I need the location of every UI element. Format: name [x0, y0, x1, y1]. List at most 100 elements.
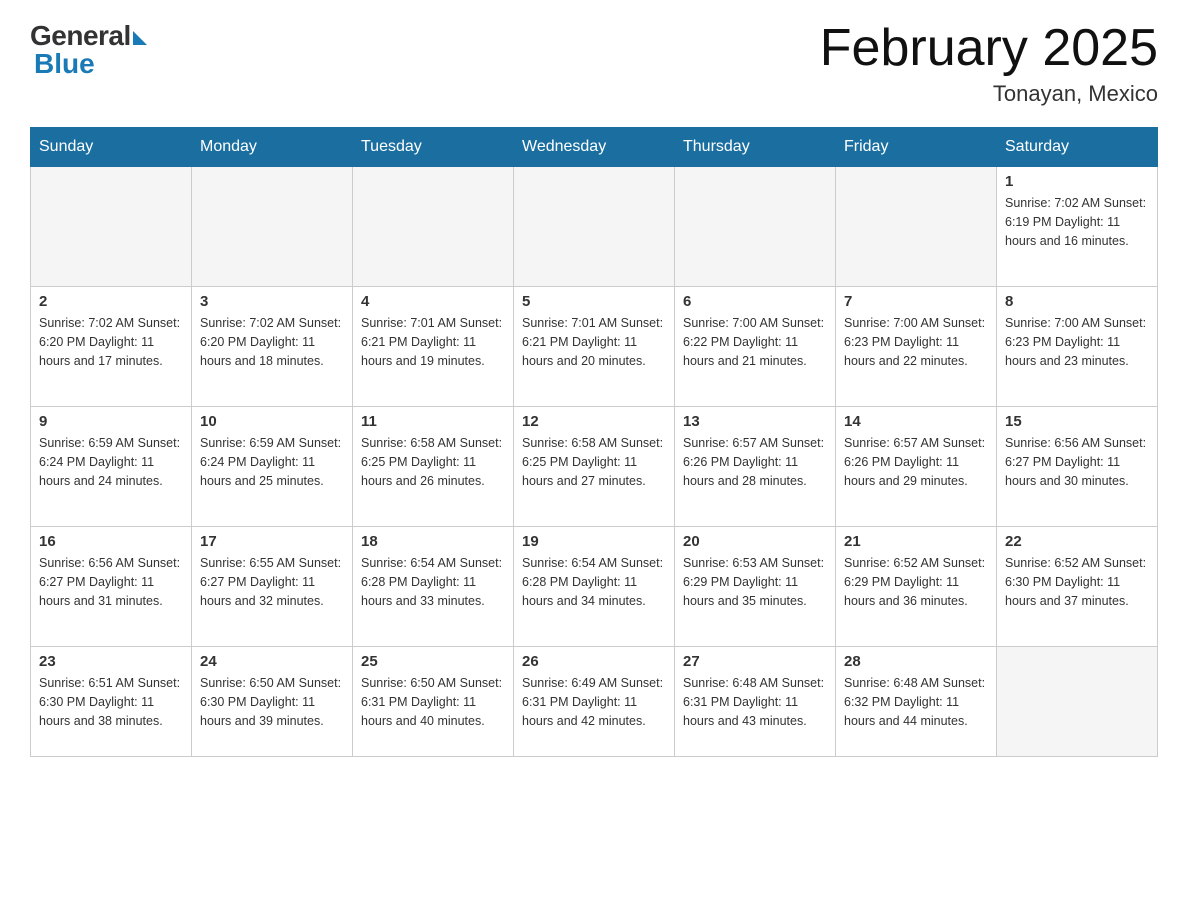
calendar-day-cell: 20Sunrise: 6:53 AM Sunset: 6:29 PM Dayli…: [675, 527, 836, 647]
calendar-day-cell: 14Sunrise: 6:57 AM Sunset: 6:26 PM Dayli…: [836, 407, 997, 527]
calendar-day-cell: 16 Sunrise: 6:56 AM Sunset: 6:27 PM Dayli…: [31, 527, 192, 647]
day-number: 27: [683, 653, 827, 670]
day-number: 22: [1005, 533, 1149, 550]
calendar-table: SundayMondayTuesdayWednesdayThursdayFrid…: [30, 127, 1158, 757]
day-info: Sunrise: 6:57 AM Sunset: 6:26 PM Dayligh…: [844, 434, 988, 490]
logo: General Blue: [30, 20, 147, 80]
calendar-week-row: 2 Sunrise: 7:02 AM Sunset: 6:20 PM Daylig…: [31, 287, 1158, 407]
calendar-day-cell: 5 Sunrise: 7:01 AM Sunset: 6:21 PM Daylig…: [514, 287, 675, 407]
day-number: 23: [39, 653, 183, 670]
day-info: Sunrise: 7:00 AM Sunset: 6:22 PM Dayligh…: [683, 314, 827, 370]
day-info: Sunrise: 6:48 AM Sunset: 6:31 PM Dayligh…: [683, 674, 827, 730]
calendar-day-header: Tuesday: [353, 128, 514, 167]
day-info: Sunrise: 7:01 AM Sunset: 6:21 PM Dayligh…: [361, 314, 505, 370]
calendar-week-row: 23 Sunrise: 6:51 AM Sunset: 6:30 PM Dayli…: [31, 647, 1158, 757]
day-info: Sunrise: 6:52 AM Sunset: 6:29 PM Dayligh…: [844, 554, 988, 610]
calendar-day-cell: 9 Sunrise: 6:59 AM Sunset: 6:24 PM Daylig…: [31, 407, 192, 527]
calendar-day-cell: 21Sunrise: 6:52 AM Sunset: 6:29 PM Dayli…: [836, 527, 997, 647]
calendar-day-cell: 11 Sunrise: 6:58 AM Sunset: 6:25 PM Dayli…: [353, 407, 514, 527]
calendar-day-header: Wednesday: [514, 128, 675, 167]
calendar-day-cell: [836, 167, 997, 287]
day-number: 6: [683, 293, 827, 310]
day-info: Sunrise: 6:49 AM Sunset: 6:31 PM Dayligh…: [522, 674, 666, 730]
day-info: Sunrise: 6:54 AM Sunset: 6:28 PM Dayligh…: [361, 554, 505, 610]
day-info: Sunrise: 7:00 AM Sunset: 6:23 PM Dayligh…: [844, 314, 988, 370]
calendar-day-cell: 22Sunrise: 6:52 AM Sunset: 6:30 PM Dayli…: [997, 527, 1158, 647]
day-info: Sunrise: 6:59 AM Sunset: 6:24 PM Dayligh…: [200, 434, 344, 490]
calendar-day-header: Sunday: [31, 128, 192, 167]
day-info: Sunrise: 6:56 AM Sunset: 6:27 PM Dayligh…: [1005, 434, 1149, 490]
day-info: Sunrise: 7:00 AM Sunset: 6:23 PM Dayligh…: [1005, 314, 1149, 370]
page-header: General Blue February 2025 Tonayan, Mexi…: [30, 20, 1158, 107]
calendar-day-cell: [192, 167, 353, 287]
logo-blue-text: Blue: [30, 48, 95, 80]
day-number: 2: [39, 293, 183, 310]
day-number: 5: [522, 293, 666, 310]
day-number: 20: [683, 533, 827, 550]
logo-arrow-icon: [133, 31, 147, 45]
day-info: Sunrise: 6:48 AM Sunset: 6:32 PM Dayligh…: [844, 674, 988, 730]
calendar-header-row: SundayMondayTuesdayWednesdayThursdayFrid…: [31, 128, 1158, 167]
calendar-day-cell: 28 Sunrise: 6:48 AM Sunset: 6:32 PM Dayli…: [836, 647, 997, 757]
day-number: 12: [522, 413, 666, 430]
calendar-day-cell: 24 Sunrise: 6:50 AM Sunset: 6:30 PM Dayli…: [192, 647, 353, 757]
day-info: Sunrise: 6:54 AM Sunset: 6:28 PM Dayligh…: [522, 554, 666, 610]
calendar-day-cell: [514, 167, 675, 287]
calendar-day-cell: 18 Sunrise: 6:54 AM Sunset: 6:28 PM Dayli…: [353, 527, 514, 647]
calendar-day-header: Thursday: [675, 128, 836, 167]
calendar-day-cell: 3 Sunrise: 7:02 AM Sunset: 6:20 PM Daylig…: [192, 287, 353, 407]
day-info: Sunrise: 6:56 AM Sunset: 6:27 PM Dayligh…: [39, 554, 183, 610]
day-number: 3: [200, 293, 344, 310]
day-number: 13: [683, 413, 827, 430]
calendar-day-cell: 27 Sunrise: 6:48 AM Sunset: 6:31 PM Dayli…: [675, 647, 836, 757]
day-info: Sunrise: 6:57 AM Sunset: 6:26 PM Dayligh…: [683, 434, 827, 490]
day-info: Sunrise: 6:58 AM Sunset: 6:25 PM Dayligh…: [361, 434, 505, 490]
day-info: Sunrise: 6:59 AM Sunset: 6:24 PM Dayligh…: [39, 434, 183, 490]
calendar-day-cell: 15 Sunrise: 6:56 AM Sunset: 6:27 PM Dayli…: [997, 407, 1158, 527]
day-info: Sunrise: 7:02 AM Sunset: 6:20 PM Dayligh…: [200, 314, 344, 370]
day-number: 18: [361, 533, 505, 550]
day-number: 9: [39, 413, 183, 430]
day-info: Sunrise: 6:50 AM Sunset: 6:31 PM Dayligh…: [361, 674, 505, 730]
calendar-week-row: 9 Sunrise: 6:59 AM Sunset: 6:24 PM Daylig…: [31, 407, 1158, 527]
day-number: 10: [200, 413, 344, 430]
day-number: 26: [522, 653, 666, 670]
day-info: Sunrise: 6:55 AM Sunset: 6:27 PM Dayligh…: [200, 554, 344, 610]
day-number: 24: [200, 653, 344, 670]
day-info: Sunrise: 7:01 AM Sunset: 6:21 PM Dayligh…: [522, 314, 666, 370]
day-info: Sunrise: 6:51 AM Sunset: 6:30 PM Dayligh…: [39, 674, 183, 730]
title-block: February 2025 Tonayan, Mexico: [820, 20, 1158, 107]
location-text: Tonayan, Mexico: [820, 81, 1158, 107]
calendar-day-cell: 13 Sunrise: 6:57 AM Sunset: 6:26 PM Dayli…: [675, 407, 836, 527]
calendar-day-header: Friday: [836, 128, 997, 167]
calendar-day-cell: [675, 167, 836, 287]
calendar-day-cell: 26 Sunrise: 6:49 AM Sunset: 6:31 PM Dayli…: [514, 647, 675, 757]
calendar-day-cell: 10 Sunrise: 6:59 AM Sunset: 6:24 PM Dayli…: [192, 407, 353, 527]
calendar-day-cell: [997, 647, 1158, 757]
calendar-day-cell: 19 Sunrise: 6:54 AM Sunset: 6:28 PM Dayli…: [514, 527, 675, 647]
calendar-day-cell: 6 Sunrise: 7:00 AM Sunset: 6:22 PM Daylig…: [675, 287, 836, 407]
calendar-day-cell: 7Sunrise: 7:00 AM Sunset: 6:23 PM Daylig…: [836, 287, 997, 407]
day-number: 25: [361, 653, 505, 670]
calendar-day-header: Monday: [192, 128, 353, 167]
day-info: Sunrise: 6:58 AM Sunset: 6:25 PM Dayligh…: [522, 434, 666, 490]
day-info: Sunrise: 7:02 AM Sunset: 6:19 PM Dayligh…: [1005, 194, 1149, 250]
calendar-day-cell: [31, 167, 192, 287]
month-title: February 2025: [820, 20, 1158, 77]
calendar-day-cell: 1 Sunrise: 7:02 AM Sunset: 6:19 PM Daylig…: [997, 167, 1158, 287]
day-info: Sunrise: 6:50 AM Sunset: 6:30 PM Dayligh…: [200, 674, 344, 730]
calendar-day-cell: 8 Sunrise: 7:00 AM Sunset: 6:23 PM Daylig…: [997, 287, 1158, 407]
calendar-day-header: Saturday: [997, 128, 1158, 167]
calendar-day-cell: 4Sunrise: 7:01 AM Sunset: 6:21 PM Daylig…: [353, 287, 514, 407]
day-number: 1: [1005, 173, 1149, 190]
day-info: Sunrise: 7:02 AM Sunset: 6:20 PM Dayligh…: [39, 314, 183, 370]
day-number: 16: [39, 533, 183, 550]
calendar-day-cell: [353, 167, 514, 287]
calendar-day-cell: 12 Sunrise: 6:58 AM Sunset: 6:25 PM Dayli…: [514, 407, 675, 527]
day-number: 15: [1005, 413, 1149, 430]
day-number: 28: [844, 653, 988, 670]
day-number: 19: [522, 533, 666, 550]
calendar-week-row: 1 Sunrise: 7:02 AM Sunset: 6:19 PM Daylig…: [31, 167, 1158, 287]
day-number: 11: [361, 413, 505, 430]
day-number: 8: [1005, 293, 1149, 310]
